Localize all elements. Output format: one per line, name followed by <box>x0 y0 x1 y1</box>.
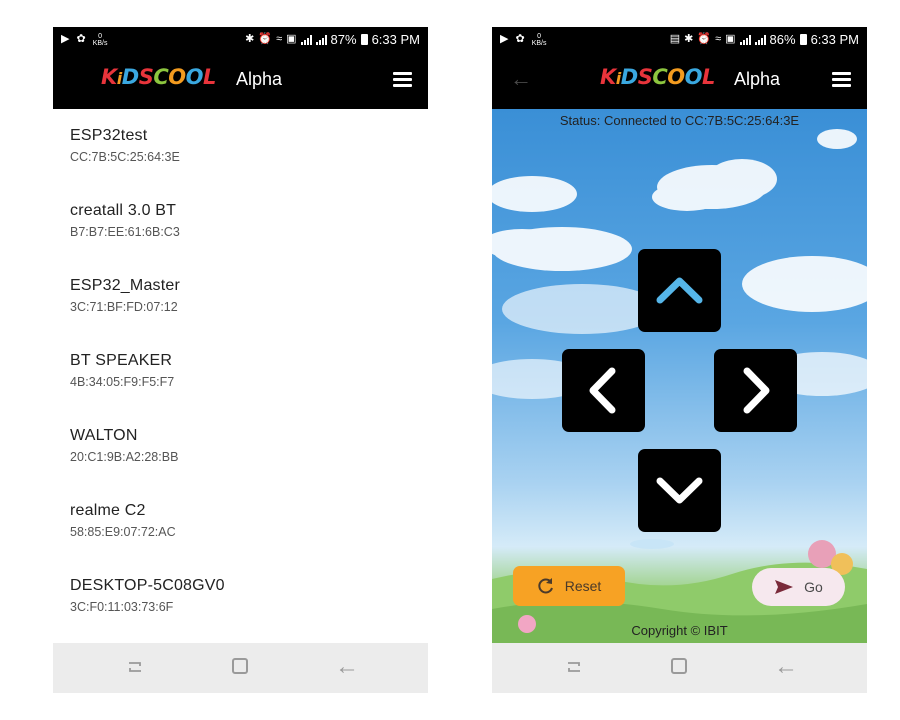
alarm-icon: ⏰ <box>697 33 712 45</box>
network-speed-icon: 0 KB/s <box>531 32 547 47</box>
device-mac: 3C:71:BF:FD:07:12 <box>70 300 178 314</box>
nfc-icon: ▣ <box>286 33 297 45</box>
clock: 6:33 PM <box>810 32 859 47</box>
device-name: DESKTOP-5C08GV0 <box>70 577 225 594</box>
battery-icon <box>799 34 807 45</box>
device-name: realme C2 <box>70 502 146 519</box>
device-item[interactable]: BT SPEAKER 4B:34:05:F9:F5:F7 <box>53 334 428 409</box>
menu-icon[interactable] <box>393 72 412 87</box>
device-name: BT SPEAKER <box>70 352 173 369</box>
device-mac: 3C:F0:11:03:73:6F <box>70 600 174 614</box>
recent-apps-icon[interactable] <box>565 659 583 675</box>
cast-icon: ▤ <box>669 33 681 45</box>
wifi-icon: ≈ <box>276 33 283 45</box>
device-item[interactable]: WALTON 20:C1:9B:A2:28:BB <box>53 409 428 484</box>
recent-apps-icon[interactable] <box>126 659 144 675</box>
app-logo: KiDSCOOL <box>101 65 216 89</box>
controller-screen: ▶ ✿ 0 KB/s ▤ ✱ ⏰ ≈ ▣ 86% 6:33 PM ← KiDSCO… <box>492 27 867 693</box>
back-icon[interactable]: ← <box>774 653 798 681</box>
go-button[interactable]: Go <box>752 568 845 606</box>
up-arrow-icon <box>656 277 703 304</box>
settings-icon: ✿ <box>515 33 525 45</box>
device-mac: B7:B7:EE:61:6B:C3 <box>70 225 180 239</box>
device-item[interactable]: creatall 3.0 BT B7:B7:EE:61:6B:C3 <box>53 184 428 259</box>
signal-icon <box>739 34 751 45</box>
clock: 6:33 PM <box>371 32 420 47</box>
device-item[interactable]: DESKTOP-5C08GV0 3C:F0:11:03:73:6F <box>53 559 428 634</box>
reset-icon <box>538 578 553 594</box>
right-button[interactable] <box>714 349 797 432</box>
status-bar: ▶ ✿ 0 KB/s ▤ ✱ ⏰ ≈ ▣ 86% 6:33 PM <box>492 27 867 52</box>
device-name: WALTON <box>70 427 138 444</box>
play-icon: ▶ <box>61 33 70 45</box>
app-title: Alpha <box>236 69 283 89</box>
signal-icon <box>754 34 766 45</box>
settings-icon: ✿ <box>76 33 86 45</box>
status-bar: ▶ ✿ 0 KB/s ✱ ⏰ ≈ ▣ 87% 6:33 PM <box>53 27 428 52</box>
up-button[interactable] <box>638 249 721 332</box>
back-icon[interactable]: ← <box>335 653 359 681</box>
device-item[interactable]: ESP32_Master 3C:71:BF:FD:07:12 <box>53 259 428 334</box>
play-icon: ▶ <box>500 33 509 45</box>
home-icon[interactable] <box>232 658 248 674</box>
app-logo: KiDSCOOL <box>600 65 715 89</box>
menu-icon[interactable] <box>832 72 851 87</box>
device-mac: 58:85:E9:07:72:AC <box>70 525 176 539</box>
wifi-icon: ≈ <box>715 33 722 45</box>
device-name: ESP32test <box>70 127 148 144</box>
battery-percent: 86% <box>769 32 796 47</box>
battery-icon <box>360 34 368 45</box>
bluetooth-icon: ✱ <box>684 33 694 45</box>
device-mac: 20:C1:9B:A2:28:BB <box>70 450 179 464</box>
controller-background: Status: Connected to CC:7B:5C:25:64:3E R… <box>492 109 867 643</box>
app-bar: KiDSCOOL Alpha <box>53 52 428 109</box>
right-arrow-icon <box>743 367 770 414</box>
sky-scenery <box>492 129 867 643</box>
home-icon[interactable] <box>671 658 687 674</box>
left-button[interactable] <box>562 349 645 432</box>
network-speed-icon: 0 KB/s <box>92 32 108 47</box>
down-arrow-icon <box>656 477 703 504</box>
down-button[interactable] <box>638 449 721 532</box>
bluetooth-icon: ✱ <box>245 33 255 45</box>
device-name: ESP32_Master <box>70 277 181 294</box>
nfc-icon: ▣ <box>725 33 736 45</box>
alarm-icon: ⏰ <box>258 33 273 45</box>
device-list: ESP32test CC:7B:5C:25:64:3E creatall 3.0… <box>53 109 428 634</box>
device-item[interactable]: realme C2 58:85:E9:07:72:AC <box>53 484 428 559</box>
copyright-text: Copyright © IBIT <box>631 623 728 638</box>
send-icon <box>775 580 794 594</box>
app-bar: ← KiDSCOOL Alpha <box>492 52 867 109</box>
device-name: creatall 3.0 BT <box>70 202 177 219</box>
device-item[interactable]: ESP32test CC:7B:5C:25:64:3E <box>53 109 428 184</box>
device-list-screen: ▶ ✿ 0 KB/s ✱ ⏰ ≈ ▣ 87% 6:33 PM KiDSCOOL A… <box>53 27 428 693</box>
go-label: Go <box>804 579 823 595</box>
left-arrow-icon <box>589 367 616 414</box>
signal-icon <box>300 34 312 45</box>
back-arrow-icon[interactable]: ← <box>510 66 532 92</box>
signal-icon <box>315 34 327 45</box>
battery-percent: 87% <box>330 32 357 47</box>
app-title: Alpha <box>734 69 781 89</box>
device-mac: 4B:34:05:F9:F5:F7 <box>70 375 175 389</box>
navigation-bar: ← <box>492 643 867 693</box>
reset-label: Reset <box>564 578 602 594</box>
connection-status: Status: Connected to CC:7B:5C:25:64:3E <box>559 113 800 128</box>
navigation-bar: ← <box>53 643 428 693</box>
device-mac: CC:7B:5C:25:64:3E <box>70 150 180 164</box>
reset-button[interactable]: Reset <box>513 566 625 606</box>
